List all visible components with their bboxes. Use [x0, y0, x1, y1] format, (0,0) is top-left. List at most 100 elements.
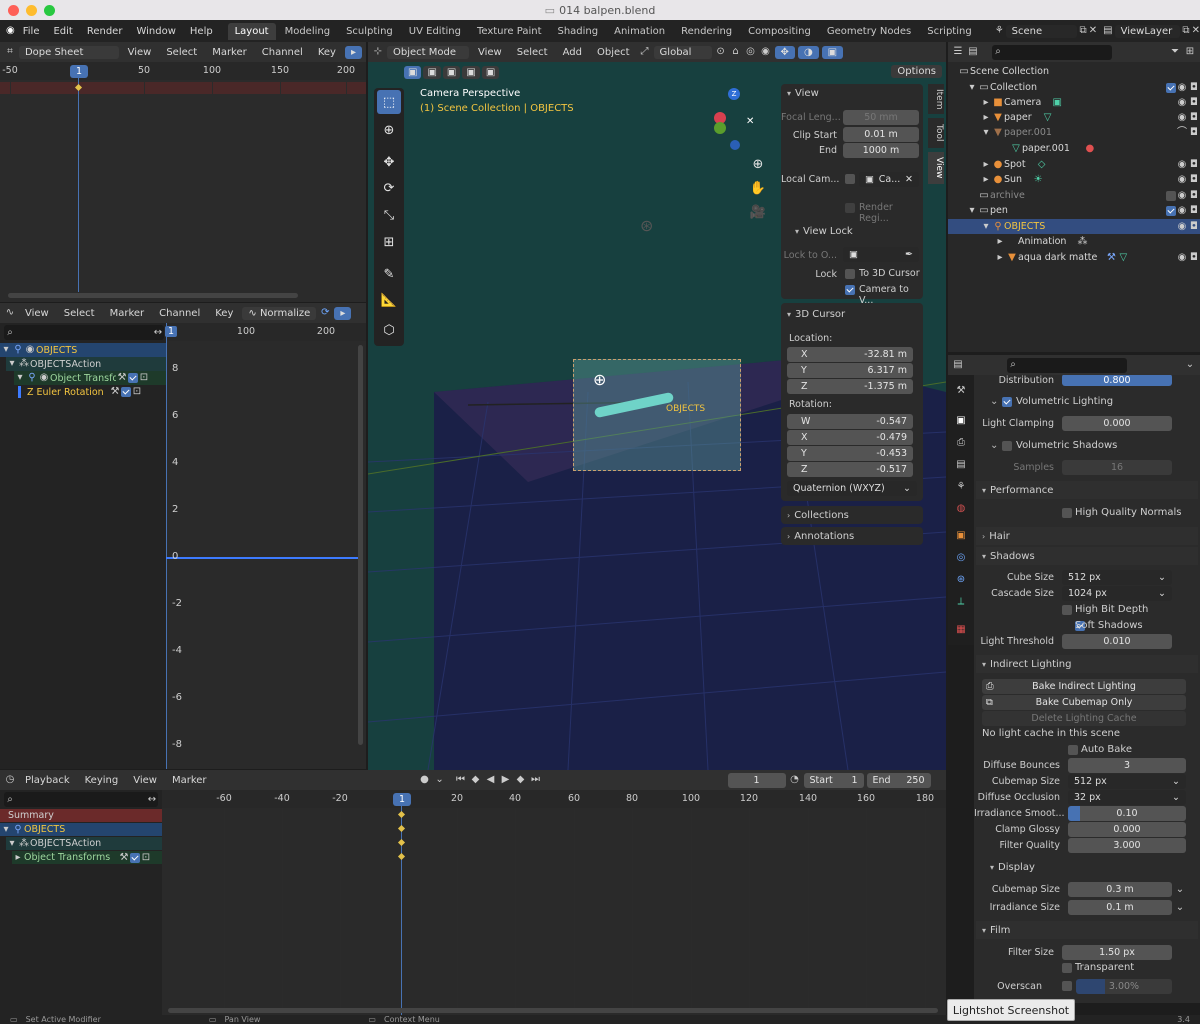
outliner-paper[interactable]: ▸ ▼ paper ▽ ◉ ◘	[980, 110, 1200, 125]
graph-area[interactable]: 1 100 200 8 6 4 2 0 -2 -4 -6 -8	[164, 323, 366, 769]
cube-size-dropdown[interactable]: 512 px ⌄	[1062, 570, 1172, 585]
timeline-menu-marker[interactable]: Marker	[166, 773, 213, 788]
pen-object[interactable]	[593, 391, 675, 419]
expand-arrow-icon[interactable]: ▾	[6, 358, 18, 370]
zoom-window-button[interactable]	[44, 5, 55, 16]
expand-arrow-icon[interactable]: ▸	[980, 174, 992, 186]
xray-toggle-icon[interactable]: ▣	[821, 45, 844, 59]
scene-selector[interactable]: Scene	[1005, 24, 1078, 38]
eye-icon[interactable]: ◉	[1176, 159, 1188, 171]
include-checkbox[interactable]	[1166, 205, 1176, 216]
keyframe-marker[interactable]	[397, 852, 406, 861]
diffuse-occlusion-dropdown[interactable]: 32 px ⌄	[1068, 790, 1186, 805]
expand-arrow-icon[interactable]: ▾	[6, 838, 18, 850]
annotate-tool-icon[interactable]: ✎	[377, 262, 401, 286]
output-tab-icon[interactable]: ⎙	[955, 437, 967, 449]
workspace-tab-layout[interactable]: Layout	[227, 22, 276, 40]
lock-to-3d-cursor-checkbox[interactable]	[845, 269, 855, 279]
graph-menu-view[interactable]: View	[19, 306, 55, 321]
vertical-scrollbar[interactable]	[358, 345, 363, 745]
outliner-sun[interactable]: ▸ ● Sun ☀ ◉ ◘	[980, 172, 1200, 187]
cursor-location-x[interactable]: X -32.81 m	[787, 347, 913, 362]
object-tab-icon[interactable]: ▣	[955, 530, 967, 542]
proportional-edit-icon[interactable]: ◎	[745, 46, 757, 58]
chevron-down-icon[interactable]: ⌄	[1184, 359, 1196, 371]
blender-logo-icon[interactable]: ◉	[6, 25, 15, 37]
timeline-scrollbar[interactable]	[168, 1008, 938, 1013]
expand-arrows-icon[interactable]: ↔	[146, 794, 158, 806]
expand-arrow-icon[interactable]: ▾	[966, 205, 978, 217]
channel-enable-checkbox[interactable]	[128, 373, 138, 383]
view-layer-tab-icon[interactable]: ▤	[955, 459, 967, 471]
editor-type-icon[interactable]: ⊹	[372, 46, 384, 58]
outliner-paper-001[interactable]: ▾ ▼ paper.001 ⌒ ◘	[980, 125, 1200, 140]
performance-panel-header[interactable]: ▾ Performance	[976, 481, 1198, 499]
display-toggle-icon[interactable]: ⌄	[1174, 884, 1186, 896]
timeline-menu-view[interactable]: View	[127, 773, 163, 788]
irradiance-smoothing-slider[interactable]: 0.10	[1068, 806, 1186, 821]
keyframe-marker[interactable]	[397, 824, 406, 833]
add-cube-tool-icon[interactable]: ⬡	[377, 318, 401, 342]
render-camera-icon[interactable]: ◘	[1188, 82, 1200, 94]
texture-tab-icon[interactable]: ▦	[955, 624, 967, 636]
dopesheet-menu-select[interactable]: Select	[160, 45, 203, 60]
rotation-mode-dropdown[interactable]: Quaternion (WXYZ) ⌄	[787, 481, 917, 496]
channel-enable-checkbox[interactable]	[121, 387, 131, 397]
hair-panel-header[interactable]: › Hair	[976, 527, 1198, 545]
workspace-tab-shading[interactable]: Shading	[550, 23, 605, 40]
timeline-search-field[interactable]: ⌕ ↔	[4, 792, 158, 807]
pin-icon[interactable]: ⚲	[26, 372, 38, 384]
outliner-paper-001-mesh[interactable]: ▽ paper.001 ●	[1010, 141, 1200, 156]
remove-view-layer-icon[interactable]: ✕	[1192, 25, 1200, 37]
render-region-checkbox[interactable]	[845, 203, 855, 213]
cursor-location-y[interactable]: Y 6.317 m	[787, 363, 913, 378]
expand-arrow-icon[interactable]: ▸	[980, 159, 992, 171]
workspace-tab-compositing[interactable]: Compositing	[741, 23, 818, 40]
overlay-toggle-icon[interactable]: ◑	[797, 45, 819, 59]
filter-size-field[interactable]: 1.50 px	[1062, 945, 1172, 960]
expand-arrow-icon[interactable]: ▾	[0, 344, 12, 356]
include-checkbox[interactable]	[1166, 82, 1176, 93]
channel-enable-checkbox[interactable]	[130, 852, 140, 863]
jump-start-icon[interactable]: ⏮	[455, 774, 467, 786]
light-threshold-field[interactable]: 0.010	[1062, 634, 1172, 649]
scene-tab-icon[interactable]: ⚘	[955, 481, 967, 493]
menu-edit[interactable]: Edit	[47, 24, 78, 39]
outliner-scene-collection[interactable]: ▭ Scene Collection	[958, 64, 1200, 79]
cursor-rotation-x[interactable]: X -0.479	[787, 430, 913, 445]
copy-view-layer-icon[interactable]: ⧉	[1182, 25, 1189, 37]
viewport-menu-select[interactable]: Select	[511, 45, 554, 60]
render-camera-icon[interactable]: ◘	[1188, 190, 1200, 202]
outliner-camera[interactable]: ▸ ■ Camera ▣ ◉ ◘	[980, 95, 1200, 110]
indirect-lighting-panel-header[interactable]: ▾ Indirect Lighting	[976, 655, 1198, 673]
distribution-slider[interactable]: 0.800	[1062, 375, 1172, 386]
normalize-toggle[interactable]: ∿ Normalize	[242, 306, 317, 320]
horizontal-scrollbar[interactable]	[8, 293, 298, 298]
new-collection-icon[interactable]: ⊞	[1184, 46, 1196, 58]
graph-editor-icon[interactable]: ∿	[4, 307, 16, 319]
clear-icon[interactable]: ✕	[905, 174, 913, 185]
gizmo-toggle-icon[interactable]: ✥	[774, 45, 795, 59]
graph-channel-objects[interactable]: ▾ ⚲ ◉ OBJECTS	[0, 343, 166, 357]
play-reverse-icon[interactable]: ◀	[485, 774, 497, 786]
close-window-button[interactable]	[8, 5, 19, 16]
eyedropper-icon[interactable]: ✒	[905, 249, 913, 260]
record-icon[interactable]: ●	[419, 774, 431, 786]
graph-ruler[interactable]: 1 100 200	[164, 323, 366, 341]
workspace-tab-scripting[interactable]: Scripting	[920, 23, 978, 40]
graph-menu-key[interactable]: Key	[209, 306, 239, 321]
workspace-tab-geometry-nodes[interactable]: Geometry Nodes	[820, 23, 918, 40]
view-lock-header[interactable]: ▾ View Lock	[795, 226, 853, 237]
graph-menu-channel[interactable]: Channel	[153, 306, 206, 321]
view-panel-header[interactable]: ▾ View	[787, 88, 819, 99]
render-camera-icon[interactable]: ◘	[1188, 252, 1200, 264]
snap-icon[interactable]: ⌂	[730, 46, 742, 58]
collections-panel-header[interactable]: › Collections	[781, 506, 923, 524]
timeline-channel-transforms[interactable]: ▸ Object Transforms ⚒ ⊡	[12, 851, 162, 864]
transparent-checkbox[interactable]	[1062, 963, 1072, 973]
dopesheet-menu-key[interactable]: Key	[312, 45, 342, 60]
tab-view[interactable]: View	[928, 152, 944, 184]
high-bit-depth-checkbox[interactable]	[1062, 605, 1072, 615]
display-cubemap-size-field[interactable]: 0.3 m	[1068, 882, 1172, 897]
local-camera-field[interactable]: ▣ Ca... ✕	[859, 172, 919, 187]
